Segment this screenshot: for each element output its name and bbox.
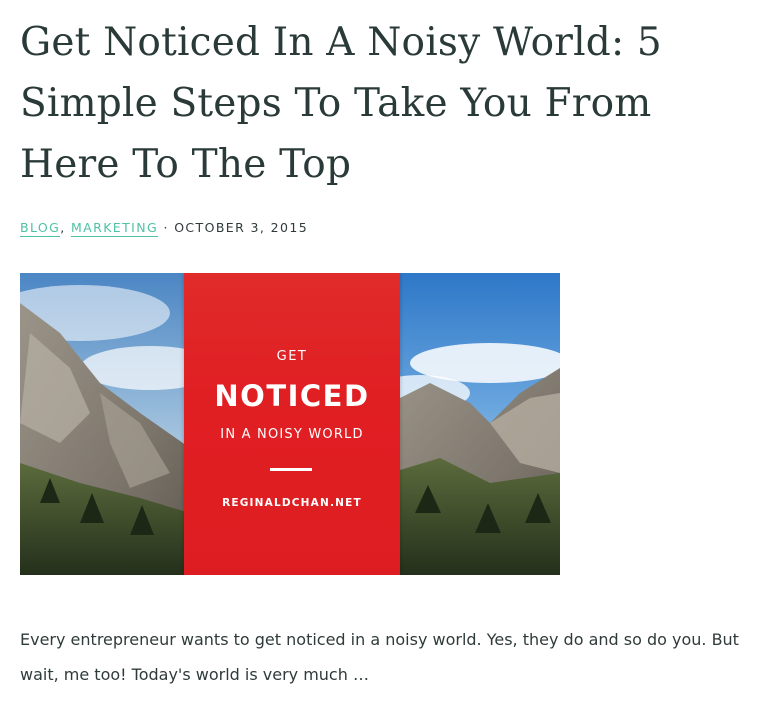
category-separator: , xyxy=(60,220,66,235)
featured-image-overlay-panel: GET NOTICED IN A NOISY WORLD REGINALDCHA… xyxy=(184,273,400,575)
featured-image[interactable]: GET NOTICED IN A NOISY WORLD REGINALDCHA… xyxy=(20,273,560,575)
overlay-divider xyxy=(270,468,312,471)
post-title[interactable]: Get Noticed In A Noisy World: 5 Simple S… xyxy=(20,12,740,195)
overlay-site-name: REGINALDCHAN.NET xyxy=(222,497,362,509)
post-date: OCTOBER 3, 2015 xyxy=(174,220,309,235)
category-link-blog[interactable]: BLOG xyxy=(20,220,61,237)
meta-separator: · xyxy=(163,220,169,235)
category-link-marketing[interactable]: MARKETING xyxy=(70,220,159,237)
overlay-text-subtitle: IN A NOISY WORLD xyxy=(220,427,364,442)
overlay-text-noticed: NOTICED xyxy=(214,379,370,413)
overlay-text-get: GET xyxy=(276,349,308,364)
post-meta: BLOG, MARKETING · OCTOBER 3, 2015 xyxy=(20,220,309,237)
post-excerpt: Every entrepreneur wants to get noticed … xyxy=(20,630,739,684)
